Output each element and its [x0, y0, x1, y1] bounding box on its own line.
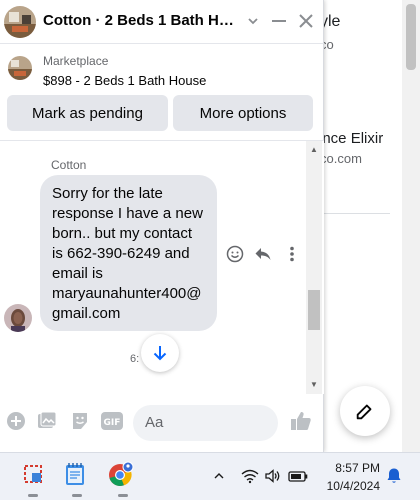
close-icon[interactable]	[295, 10, 317, 32]
bg-item-title[interactable]: ence Elixir	[314, 130, 383, 147]
sender-name: Cotton	[51, 158, 87, 172]
bg-item-subtitle: co.com	[320, 151, 362, 166]
compose-icon	[356, 404, 372, 420]
chat-scrollbar-thumb[interactable]	[308, 290, 320, 330]
chat-header: Cotton · 2 Beds 1 Bath House	[0, 0, 324, 44]
marketplace-label: Marketplace	[43, 54, 109, 68]
marketplace-listing[interactable]: Marketplace $898 - 2 Beds 1 Bath House	[0, 46, 324, 94]
message-line: email is	[52, 265, 103, 282]
listing-avatar[interactable]	[4, 6, 36, 38]
taskbar: 8:57 PM 10/4/2024	[0, 452, 420, 500]
battery-icon[interactable]	[288, 466, 308, 486]
notification-bell-icon[interactable]	[384, 466, 404, 486]
more-icon[interactable]	[283, 245, 301, 263]
sticker-icon[interactable]	[69, 410, 91, 432]
sender-avatar[interactable]	[4, 304, 32, 332]
running-app-indicator	[28, 494, 38, 497]
gif-icon[interactable]: GIF	[101, 410, 123, 432]
scroll-to-bottom-button[interactable]	[141, 334, 179, 372]
like-icon[interactable]	[290, 410, 312, 432]
running-app-indicator	[118, 494, 128, 497]
volume-icon[interactable]	[263, 466, 283, 486]
emoji-react-icon[interactable]	[226, 245, 244, 263]
message-list[interactable]: Cotton Sorry for the late response I hav…	[0, 141, 324, 394]
arrow-down-icon	[153, 346, 167, 361]
chrome-icon[interactable]	[107, 460, 135, 488]
message-line: gmail.com	[52, 305, 121, 322]
listing-title[interactable]: $898 - 2 Beds 1 Bath House	[43, 73, 206, 88]
clock-date[interactable]: 10/4/2024	[322, 479, 380, 493]
message-line: is 662-390-6249 and	[52, 245, 190, 262]
plus-icon[interactable]	[5, 410, 27, 432]
message-line: response I have a new	[52, 205, 203, 222]
message-input-placeholder: Aa	[145, 414, 164, 431]
chevron-up-icon[interactable]	[209, 466, 229, 486]
page-scrollbar-thumb[interactable]	[406, 4, 416, 70]
listing-thumbnail	[8, 56, 32, 80]
wifi-icon[interactable]	[240, 466, 260, 486]
chat-scrollbar[interactable]	[306, 141, 322, 394]
message-line: born.. but my contact	[52, 225, 193, 242]
notepad-icon[interactable]	[61, 460, 89, 488]
divider	[314, 213, 390, 214]
scroll-up-arrow-icon[interactable]: ▲	[308, 145, 320, 155]
more-options-button[interactable]: More options	[173, 95, 313, 131]
new-message-button[interactable]	[340, 386, 390, 436]
scroll-down-arrow-icon[interactable]: ▼	[308, 380, 320, 390]
clock-time[interactable]: 8:57 PM	[334, 461, 380, 475]
message-timestamp: 6:	[130, 353, 140, 365]
chat-window: Cotton · 2 Beds 1 Bath House Marketplace…	[0, 0, 324, 452]
photo-icon[interactable]	[36, 410, 58, 432]
reply-icon[interactable]	[254, 245, 272, 263]
chat-title[interactable]: Cotton · 2 Beds 1 Bath House	[43, 12, 243, 29]
minimize-icon[interactable]	[268, 10, 290, 32]
svg-text:GIF: GIF	[104, 418, 121, 428]
message-line: Sorry for the late	[52, 185, 163, 202]
snipping-tool-icon[interactable]	[19, 460, 47, 488]
message-line: maryaunahunter400@	[52, 285, 202, 302]
message-bubble[interactable]: Sorry for the late response I have a new…	[40, 175, 217, 331]
chevron-down-icon[interactable]	[242, 10, 264, 32]
mark-as-pending-button[interactable]: Mark as pending	[7, 95, 168, 131]
running-app-indicator	[72, 494, 82, 497]
